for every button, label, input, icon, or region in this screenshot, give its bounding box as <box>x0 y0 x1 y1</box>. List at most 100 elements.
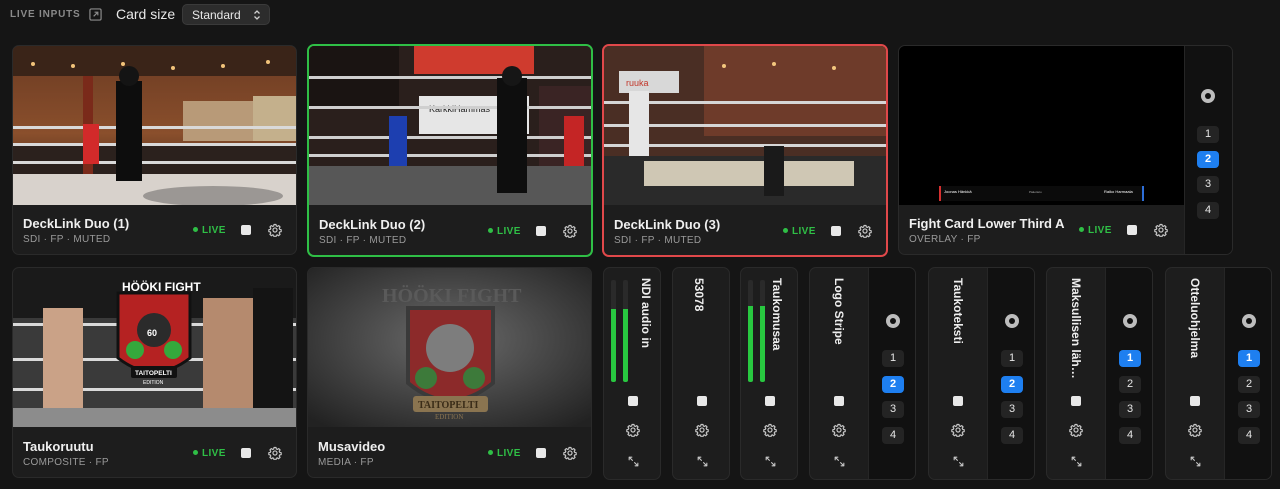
layer-radio-icon[interactable] <box>1123 314 1137 328</box>
boxing-ring-image <box>13 46 296 205</box>
layer-3-button[interactable]: 3 <box>1238 401 1260 418</box>
input-card-taukoruutu[interactable]: HÖÖKI FIGHT 60 TAITOPELTI EDITION Taukor… <box>12 267 297 478</box>
expand-icon[interactable] <box>696 455 709 468</box>
card-size-select[interactable]: Standard <box>182 4 270 25</box>
layer-4-button[interactable]: 4 <box>1001 427 1023 444</box>
card-size-value: Standard <box>192 8 241 22</box>
layer-2-button[interactable]: 2 <box>1119 376 1141 393</box>
select-checkbox[interactable] <box>1127 225 1137 235</box>
gear-icon[interactable] <box>951 423 965 437</box>
layer-2-button[interactable]: 2 <box>882 376 904 393</box>
popout-icon[interactable] <box>89 8 102 21</box>
composite-thumbnail: HÖÖKI FIGHT 60 TAITOPELTI EDITION <box>13 268 296 427</box>
layer-1-button[interactable]: 1 <box>1238 350 1260 367</box>
layer-4-button[interactable]: 4 <box>1197 202 1219 219</box>
narrow-card-taukomusaa[interactable]: Taukomusaa <box>740 267 798 480</box>
live-label: LIVE <box>497 448 521 459</box>
layer-4-button[interactable]: 4 <box>882 427 904 444</box>
select-checkbox[interactable] <box>241 448 251 458</box>
expand-icon[interactable] <box>952 455 965 468</box>
live-label: LIVE <box>202 448 226 459</box>
select-checkbox[interactable] <box>697 396 707 406</box>
narrow-card-53078[interactable]: 53078 <box>672 267 730 480</box>
select-checkbox[interactable] <box>536 226 546 236</box>
layer-3-button[interactable]: 3 <box>882 401 904 418</box>
layer-2-button[interactable]: 2 <box>1238 376 1260 393</box>
select-checkbox[interactable] <box>765 396 775 406</box>
input-name-vertical: Maksullisen läh… <box>1069 278 1083 379</box>
live-indicator: LIVE <box>193 225 226 236</box>
layer-1-button[interactable]: 1 <box>1197 126 1219 143</box>
card-info: DeckLink Duo (1) SDI · FP · MUTED LIVE <box>13 204 296 254</box>
card-info: Musavideo MEDIA · FP LIVE <box>308 427 591 477</box>
narrow-card-logo-stripe[interactable]: Logo Stripe 1 2 3 4 <box>809 267 916 480</box>
section-label: LIVE INPUTS <box>10 9 81 20</box>
expand-icon[interactable] <box>833 455 846 468</box>
narrow-card-maksullisen[interactable]: Maksullisen läh… 1 2 3 4 <box>1046 267 1153 480</box>
gear-icon[interactable] <box>1069 423 1083 437</box>
layer-2-button[interactable]: 2 <box>1197 151 1219 168</box>
input-card-decklink-3[interactable]: ruuka DeckLink Duo (3) SDI · FP · MUTED … <box>602 44 888 257</box>
live-dot-icon <box>193 450 198 455</box>
expand-icon[interactable] <box>1070 455 1083 468</box>
select-checkbox[interactable] <box>1071 396 1081 406</box>
card-name: DeckLink Duo (1) <box>23 216 130 231</box>
layer-4-button[interactable]: 4 <box>1119 427 1141 444</box>
expand-icon[interactable] <box>764 455 777 468</box>
layer-3-button[interactable]: 3 <box>1001 401 1023 418</box>
expand-icon[interactable] <box>627 455 640 468</box>
select-checkbox[interactable] <box>834 396 844 406</box>
live-dot-icon <box>783 228 788 233</box>
live-label: LIVE <box>1088 225 1112 236</box>
card-subtitle: SDI · FP · MUTED <box>319 235 407 246</box>
gear-icon[interactable] <box>268 223 282 237</box>
select-checkbox[interactable] <box>831 226 841 236</box>
gear-icon[interactable] <box>563 224 577 238</box>
select-checkbox[interactable] <box>628 396 638 406</box>
narrow-card-otteluohjelma[interactable]: Otteluohjelma 1 2 3 4 <box>1165 267 1272 480</box>
layer-1-button[interactable]: 1 <box>1119 350 1141 367</box>
gear-icon[interactable] <box>268 446 282 460</box>
card-info: Taukoruutu COMPOSITE · FP LIVE <box>13 427 296 477</box>
narrow-card-ndi-audio[interactable]: NDI audio in <box>603 267 661 480</box>
layer-2-button[interactable]: 2 <box>1001 376 1023 393</box>
layer-3-button[interactable]: 3 <box>1119 401 1141 418</box>
layer-radio-icon[interactable] <box>1201 89 1215 103</box>
layer-1-button[interactable]: 1 <box>882 350 904 367</box>
gear-icon[interactable] <box>563 446 577 460</box>
layer-selector: 1 2 3 4 <box>1224 268 1271 479</box>
gear-icon[interactable] <box>832 423 846 437</box>
layer-1-button[interactable]: 1 <box>1001 350 1023 367</box>
layer-radio-icon[interactable] <box>886 314 900 328</box>
input-card-decklink-2[interactable]: KarkkiHammas DeckLink Duo (2) SDI · FP ·… <box>307 44 593 257</box>
expand-icon[interactable] <box>1189 455 1202 468</box>
gear-icon[interactable] <box>1154 223 1168 237</box>
logo-title: HÖÖKI FIGHT <box>382 284 522 307</box>
input-card-fight-card[interactable]: Joonas Hänkkä Pääottelu Raiko Harmaala F… <box>898 45 1233 255</box>
select-checkbox[interactable] <box>1190 396 1200 406</box>
gear-icon[interactable] <box>763 423 777 437</box>
audio-meter-fill <box>760 305 765 382</box>
layer-4-button[interactable]: 4 <box>1238 427 1260 444</box>
fight-logo-composite-image: HÖÖKI FIGHT 60 TAITOPELTI EDITION <box>13 268 296 427</box>
gear-icon[interactable] <box>858 224 872 238</box>
input-card-musavideo[interactable]: HÖÖKI FIGHT TAITOPELTI EDITION Musavideo… <box>307 267 592 478</box>
card-subtitle: MEDIA · FP <box>318 457 374 468</box>
input-name-vertical: Otteluohjelma <box>1188 278 1202 359</box>
narrow-card-taukoteksti[interactable]: Taukoteksti 1 2 3 4 <box>928 267 1035 480</box>
logo-title: HÖÖKI FIGHT <box>122 279 201 294</box>
gear-icon[interactable] <box>695 423 709 437</box>
input-card-decklink-1[interactable]: DeckLink Duo (1) SDI · FP · MUTED LIVE <box>12 45 297 255</box>
layer-radio-icon[interactable] <box>1005 314 1019 328</box>
select-checkbox[interactable] <box>953 396 963 406</box>
logo-edition: EDITION <box>143 380 164 386</box>
card-name: Fight Card Lower Third A <box>909 216 1065 231</box>
layer-radio-icon[interactable] <box>1242 314 1256 328</box>
logo-ribbon: TAITOPELTI <box>135 370 172 377</box>
layer-3-button[interactable]: 3 <box>1197 176 1219 193</box>
gear-icon[interactable] <box>626 423 640 437</box>
gear-icon[interactable] <box>1188 423 1202 437</box>
select-checkbox[interactable] <box>536 448 546 458</box>
audio-meter-left <box>611 280 616 382</box>
select-checkbox[interactable] <box>241 225 251 235</box>
